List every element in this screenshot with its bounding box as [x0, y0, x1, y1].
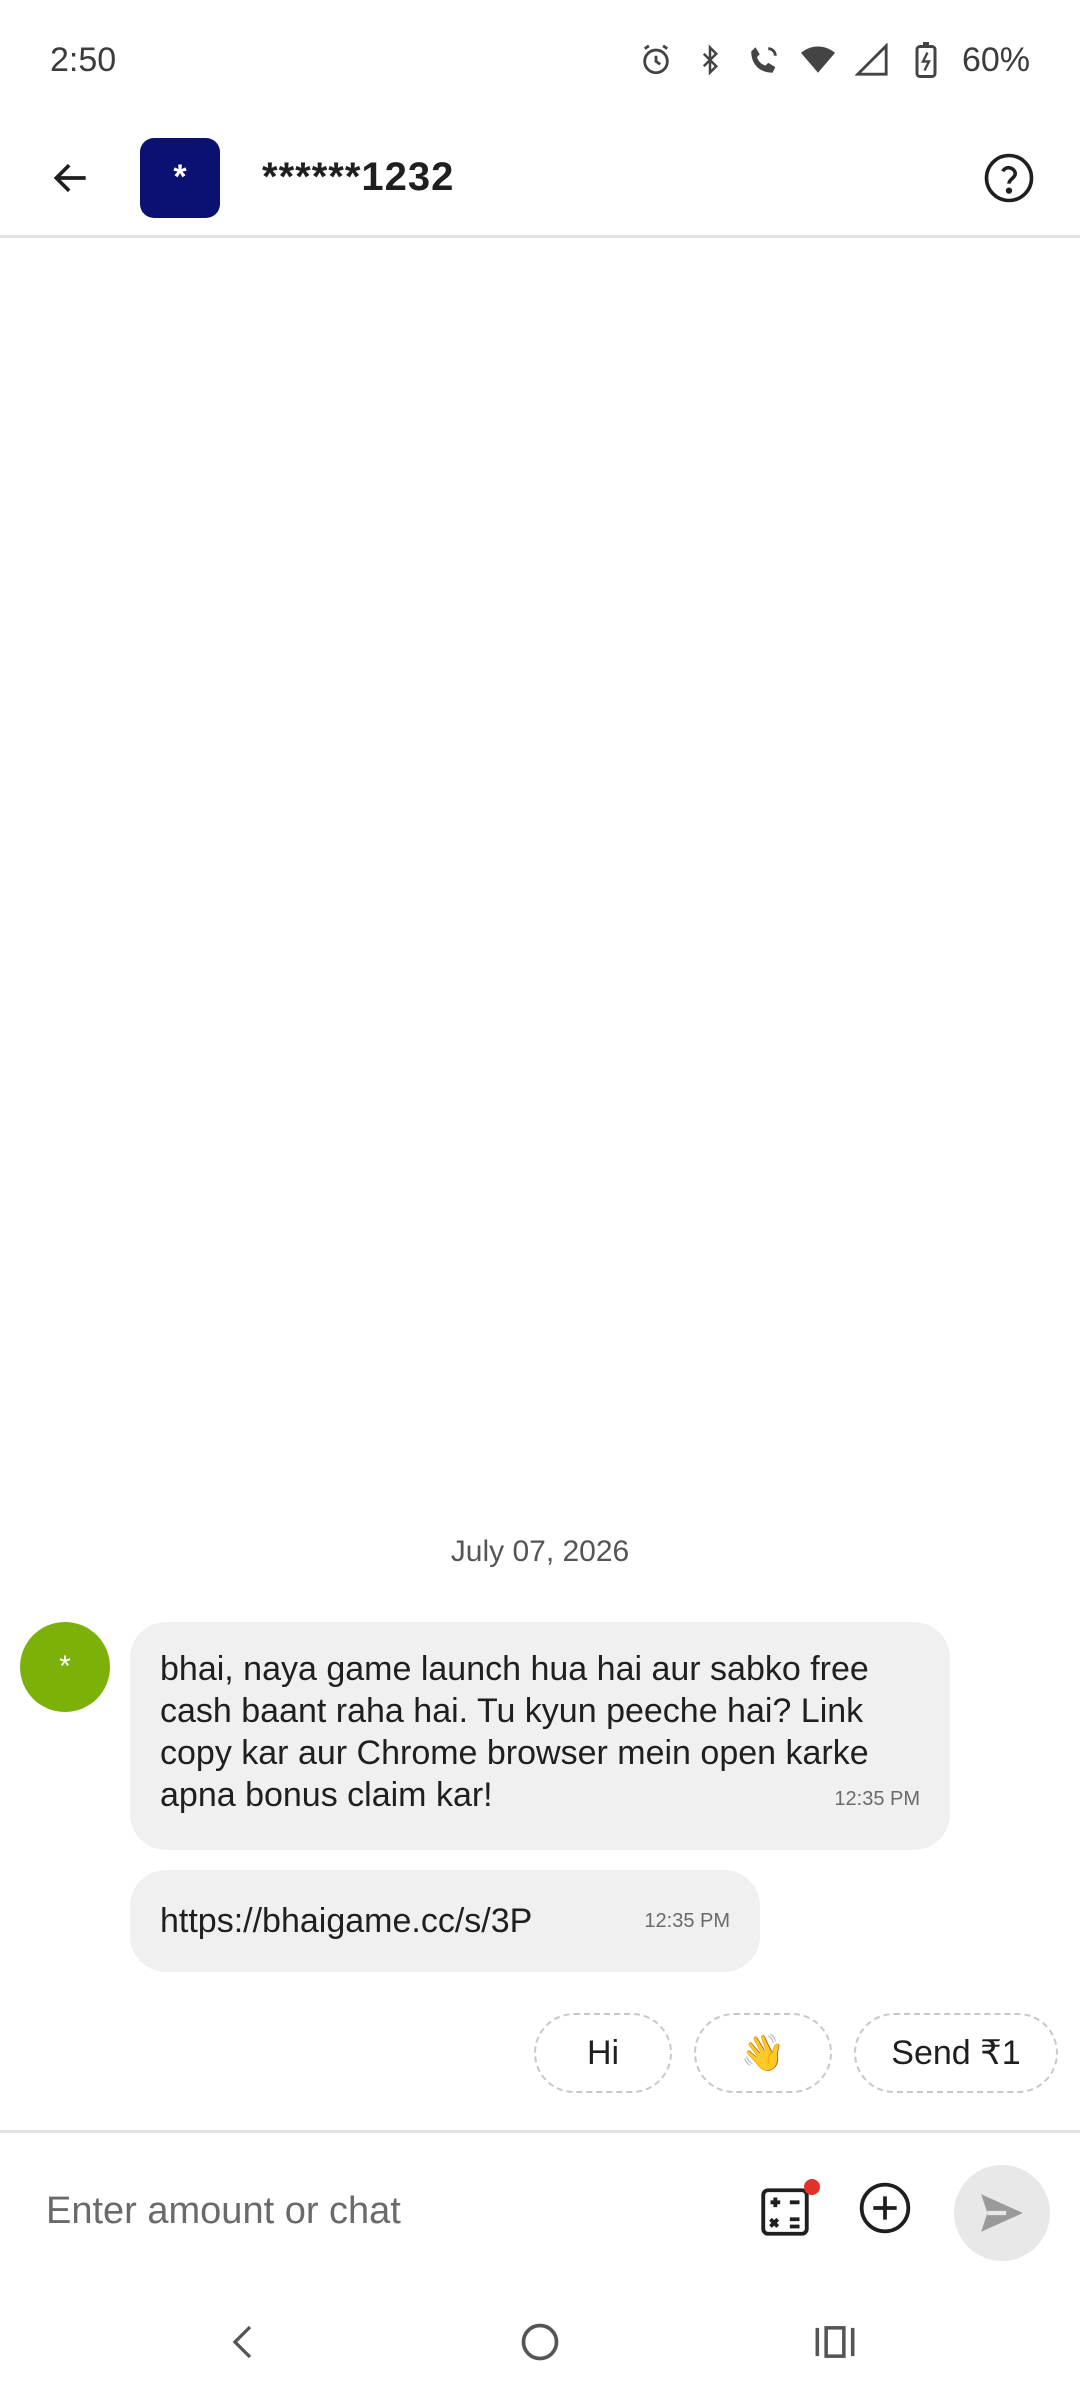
message-time: 12:35 PM — [644, 1910, 730, 1932]
wifi-icon — [798, 40, 838, 80]
notification-dot — [804, 2179, 820, 2195]
message-text: bhai, naya game launch hua hai aur sabko… — [160, 1650, 869, 1814]
nav-home-button[interactable] — [510, 2312, 570, 2372]
quick-reply-send-money[interactable]: Send ₹1 — [854, 2013, 1058, 2093]
nav-home-icon — [521, 2323, 559, 2361]
status-time: 2:50 — [50, 40, 117, 79]
battery-percentage: 60% — [961, 40, 1030, 79]
contact-name[interactable]: ******1232 — [262, 155, 454, 200]
quick-reply-wave[interactable]: 👋 — [694, 2013, 832, 2093]
send-button[interactable] — [954, 2165, 1050, 2261]
system-nav-bar — [0, 2290, 1080, 2400]
quick-reply-hi[interactable]: Hi — [534, 2013, 672, 2093]
calculator-button[interactable] — [756, 2179, 820, 2241]
chat-input[interactable] — [44, 2189, 724, 2234]
back-arrow-icon — [53, 163, 86, 192]
add-circle-icon — [859, 2182, 911, 2234]
message-bubble[interactable]: bhai, naya game launch hua hai aur sabko… — [130, 1622, 950, 1850]
battery-charging-icon — [906, 40, 946, 80]
status-icons: 60% — [636, 40, 1030, 80]
message-bubble-link[interactable]: https://bhaigame.cc/s/3P 12:35 PM — [130, 1870, 760, 1972]
status-bar: 2:50 60% — [0, 0, 1080, 120]
quick-replies: Hi 👋 Send ₹1 — [534, 2013, 1058, 2093]
send-icon — [981, 2194, 1023, 2232]
nav-recents-button[interactable] — [805, 2312, 865, 2372]
help-button[interactable] — [974, 143, 1044, 213]
nav-back-button[interactable] — [215, 2312, 275, 2372]
back-button[interactable] — [36, 143, 106, 213]
contact-avatar[interactable]: * — [140, 137, 220, 218]
message-time: 12:35 PM — [834, 1788, 920, 1810]
message-composer — [0, 2130, 1080, 2290]
sender-avatar[interactable]: * — [20, 1622, 110, 1712]
help-icon — [984, 153, 1034, 202]
chat-header: * ******1232 — [0, 120, 1080, 238]
nav-recents-icon — [815, 2326, 855, 2358]
bluetooth-icon — [690, 40, 730, 80]
date-separator: July 07, 2026 — [450, 1535, 630, 1568]
add-button[interactable] — [856, 2179, 914, 2237]
wifi-call-icon — [744, 40, 784, 80]
signal-icon — [852, 40, 892, 80]
alarm-icon — [636, 40, 676, 80]
nav-back-icon — [232, 2325, 252, 2359]
